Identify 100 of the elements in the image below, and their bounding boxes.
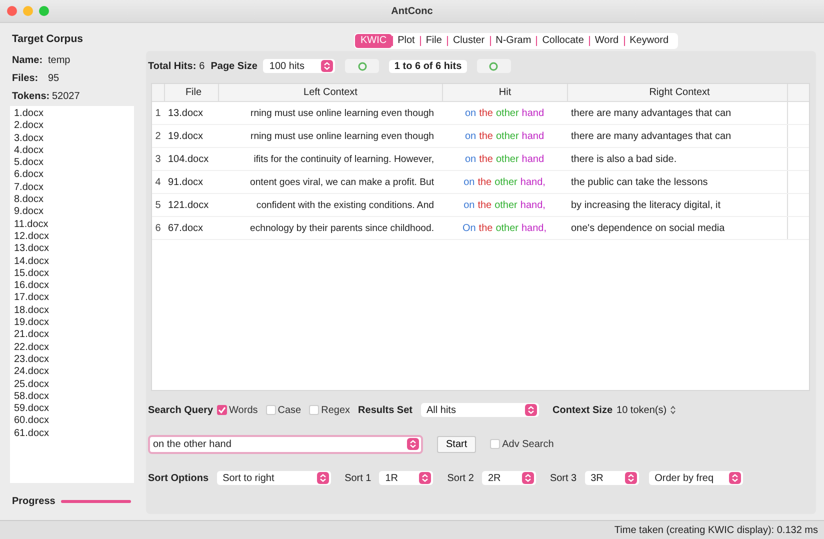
search-field[interactable]: on the other hand [148,434,423,454]
hit-word: other [496,154,519,164]
zoom-icon[interactable] [39,6,49,16]
tab[interactable]: Keyword [624,34,674,48]
file-list-item[interactable]: 4.docx [14,144,44,158]
progress-label: Progress [12,496,56,506]
file-list-item[interactable]: 23.docx [14,354,50,366]
sort-label: Sort 3 [550,472,577,484]
hit-word: other [496,222,518,234]
page-button[interactable] [476,59,511,73]
file-list-item[interactable]: 18.docx [14,304,50,318]
table-cell-text: 19.docx [167,130,204,142]
order-select[interactable]: Order by freq [648,471,743,485]
tab[interactable]: Plot [392,34,420,48]
file-list-item[interactable]: 22.docx [14,342,50,354]
window-title: AntConc [390,6,434,16]
sort-label: Sort 2 [447,472,474,484]
table-cell-text: 13.docx [167,108,204,118]
file-list-item[interactable]: 6.docx [14,169,44,182]
row-number: 6 [154,222,162,234]
results-set-label: Results Set [358,404,412,416]
minimize-icon[interactable] [23,6,33,16]
tab[interactable]: KWIC [355,34,392,48]
close-icon[interactable] [7,6,17,16]
table-cell-text: 67.docx [167,222,204,234]
stepper-icon [522,472,534,484]
stepper-icon [321,60,334,72]
column-header[interactable]: File [164,84,218,101]
checkbox[interactable] [266,405,276,415]
table-cell-text: the public can take the lessons [570,176,709,188]
table-cell-text: echnology by their parents since childhood. [249,222,435,234]
field-label: Name: [12,54,44,66]
file-list-item[interactable]: 60.docx [14,415,50,428]
column-header[interactable]: Hit [442,84,567,101]
file-list-item[interactable]: 17.docx [14,292,50,305]
stepper-icon [407,438,419,450]
results-set-select[interactable]: All hits [420,403,538,417]
hit-word: other [494,200,518,210]
hit-word: hand, [520,176,546,188]
checkbox-label: Words [229,404,258,416]
file-list-item[interactable]: 12.docx [14,230,50,244]
tab[interactable]: Cluster [448,34,490,48]
tab[interactable]: Collocate [537,34,589,48]
total-hits-value: 6 [199,60,205,72]
table-cell-text: ifits for the continuity of learning. However, [252,154,435,164]
file-list-item[interactable]: 25.docx [14,378,50,391]
row-number: 4 [154,176,162,188]
page-button[interactable] [345,59,380,73]
hit-word: other [496,130,519,142]
file-list-item[interactable]: 19.docx [14,317,50,330]
tab[interactable]: File [420,34,447,48]
hit-word: on [464,200,475,210]
sort-level-select[interactable]: 1R [379,471,434,485]
start-button[interactable]: Start [437,436,476,452]
ring-icon [358,62,367,70]
file-list-item[interactable]: 3.docx [14,132,44,145]
table-cell-text: 104.docx [167,154,210,164]
checkbox-label: Regex [321,404,350,416]
file-list-item[interactable]: 8.docx [14,194,44,206]
check-icon [218,406,226,414]
tab[interactable]: Word [590,34,624,48]
file-list-item[interactable]: 16.docx [14,280,50,292]
table-cell-text: 121.docx [167,200,210,210]
hit-word: other [496,108,519,118]
sort-level-select[interactable]: 2R [482,471,536,485]
hit-word: on [464,108,476,118]
file-list-item[interactable]: 13.docx [14,243,50,256]
page-size-select[interactable]: 100 hits [263,59,336,73]
column-header[interactable]: Right Context [567,84,787,101]
row-number: 2 [154,130,162,142]
file-list-item[interactable]: 2.docx [14,120,44,133]
spinner-arrows-icon [670,405,676,415]
file-list-item[interactable]: 58.docx [14,390,50,404]
checkbox[interactable] [309,405,320,415]
file-list-item[interactable]: 61.docx [14,428,50,440]
tab[interactable]: N-Gram [490,34,536,48]
context-size-spinner[interactable]: 10 token(s) [616,404,676,416]
column-header[interactable]: Left Context [218,84,442,101]
field-value: temp [48,54,70,66]
checkbox[interactable] [217,405,228,415]
hit-range: 1 to 6 of 6 hits [389,60,467,72]
table-cell-text: rning must use online learning even though [250,130,435,142]
file-list-item[interactable]: 1.docx [14,108,44,120]
file-list-item[interactable]: 15.docx [14,268,50,280]
file-list-item[interactable]: 24.docx [14,366,50,379]
sort-level-select[interactable]: 3R [584,471,639,485]
status-text: Time taken (creating KWIC display): 0.132 ms [614,524,818,536]
checkbox[interactable] [490,439,500,449]
file-list-item[interactable]: 11.docx [14,218,48,231]
file-list-item[interactable]: 59.docx [14,403,50,416]
sort-mode-select[interactable]: Sort to right [216,471,331,485]
table-cell-text: 91.docx [167,176,204,188]
table-cell-text: by increasing the literacy digital, it [570,200,722,210]
file-list-item[interactable]: 21.docx [14,329,50,342]
file-list-item[interactable]: 5.docx [14,157,44,170]
search-query-label: Search Query [148,404,214,416]
context-size-label: Context Size [552,404,613,416]
file-list-item[interactable]: 7.docx [14,182,44,194]
file-list-item[interactable]: 9.docx [14,206,44,219]
file-list-item[interactable]: 14.docx [14,256,50,268]
